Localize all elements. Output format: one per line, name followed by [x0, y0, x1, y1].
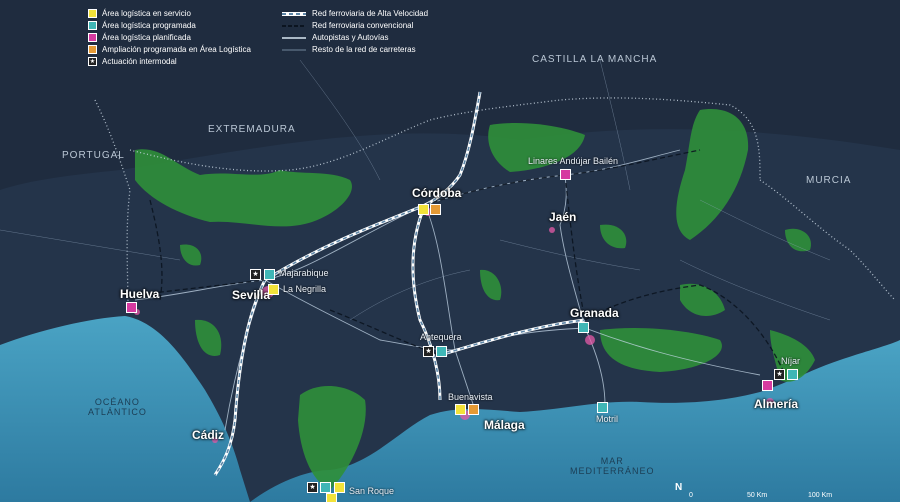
region-extremadura: EXTREMADURA	[208, 124, 296, 135]
legend-label-intermodal: Actuación intermodal	[102, 57, 177, 66]
scale-hundred: 100 Km	[808, 492, 833, 499]
site-majarabique: Majarabique	[279, 268, 329, 278]
map-background	[0, 0, 900, 502]
marker-majarabique[interactable]	[264, 269, 275, 280]
marker-cordoba-ampliacion[interactable]	[430, 204, 441, 215]
region-portugal: PORTUGAL	[62, 150, 125, 161]
legend-line-highways: Autopistas y Autovías	[282, 33, 389, 42]
legend-line-label-conventional: Red ferroviaria convencional	[312, 21, 414, 30]
city-granada: Granada	[570, 306, 619, 320]
marker-antequera-intermodal[interactable]: ★	[423, 346, 434, 357]
conventional-rail-icon	[282, 24, 306, 27]
marker-sanroque-servicio[interactable]	[334, 482, 345, 493]
marker-buenavista-ampliacion[interactable]	[468, 404, 479, 415]
site-linares: Linares Andújar Bailén	[528, 156, 619, 166]
site-nijar: Níjar	[781, 356, 801, 366]
city-cadiz: Cádiz	[192, 428, 225, 442]
legend-line-other-roads: Resto de la red de carreteras	[282, 45, 416, 54]
legend-label-planificada: Área logística planificada	[102, 33, 191, 42]
legend-line-label-other-roads: Resto de la red de carreteras	[312, 45, 416, 54]
legend-line-label-highways: Autopistas y Autovías	[312, 33, 389, 42]
marker-huelva[interactable]	[126, 302, 137, 313]
legend-swatch-ampliacion	[88, 45, 97, 54]
star-icon: ★	[88, 57, 97, 66]
marker-negrilla[interactable]	[268, 284, 279, 295]
marker-almeria[interactable]	[762, 380, 773, 391]
site-negrilla: La Negrilla	[283, 284, 327, 294]
city-sevilla: Sevilla	[232, 288, 271, 302]
scale-fifty: 50 Km	[747, 492, 768, 499]
sea-label: MAR MEDITERRÁNEO	[570, 456, 655, 476]
legend-item-ampliacion: Ampliación programada en Área Logística	[88, 45, 251, 54]
marker-cordoba-servicio[interactable]	[418, 204, 429, 215]
city-jaen: Jaén	[549, 210, 577, 224]
map-canvas: Área logística en servicio Área logístic…	[0, 0, 900, 502]
legend-label-servicio: Área logística en servicio	[102, 9, 191, 18]
marker-nijar[interactable]	[787, 369, 798, 380]
site-motril: Motril	[596, 414, 618, 424]
legend-item-servicio: Área logística en servicio	[88, 9, 191, 18]
legend-item-planificada: Área logística planificada	[88, 33, 191, 42]
marker-sanroque-programada[interactable]	[320, 482, 331, 493]
high-speed-rail-icon	[282, 11, 306, 16]
site-sanroque: San Roque	[349, 486, 395, 496]
city-almeria: Almería	[754, 397, 799, 411]
legend-line-high-speed: Red ferroviaria de Alta Velocidad	[282, 9, 428, 18]
marker-sanroque-intermodal[interactable]: ★	[307, 482, 318, 493]
marker-nijar-intermodal[interactable]: ★	[774, 369, 785, 380]
marker-linares[interactable]	[560, 169, 571, 180]
region-castilla: CASTILLA LA MANCHA	[532, 54, 658, 65]
marker-granada[interactable]	[578, 322, 589, 333]
marker-buenavista-servicio[interactable]	[455, 404, 466, 415]
legend-item-intermodal: ★ Actuación intermodal	[88, 57, 177, 66]
highway-icon	[282, 36, 306, 39]
legend-swatch-planificada	[88, 33, 97, 42]
scale-zero: 0	[689, 492, 693, 499]
region-murcia: MURCIA	[806, 175, 852, 186]
city-cordoba: Córdoba	[412, 186, 462, 200]
legend-swatch-servicio	[88, 9, 97, 18]
site-antequera: Antequera	[420, 332, 462, 342]
legend-label-ampliacion: Ampliación programada en Área Logística	[102, 45, 251, 54]
road-icon	[282, 49, 306, 50]
legend-swatch-programada	[88, 21, 97, 30]
marker-sanroque-servicio-2[interactable]	[326, 493, 337, 502]
city-huelva: Huelva	[120, 287, 160, 301]
marker-motril[interactable]	[597, 402, 608, 413]
legend-line-conventional: Red ferroviaria convencional	[282, 21, 413, 30]
legend-line-label-high-speed: Red ferroviaria de Alta Velocidad	[312, 9, 429, 18]
legend-item-programada: Área logística programada	[88, 21, 196, 30]
legend-label-programada: Área logística programada	[102, 21, 196, 30]
ocean-label: OCÉANO ATLÁNTICO	[88, 397, 147, 417]
north-arrow: N	[675, 482, 683, 493]
city-malaga: Málaga	[484, 418, 525, 432]
marker-antequera[interactable]	[436, 346, 447, 357]
marker-sevilla-intermodal[interactable]: ★	[250, 269, 261, 280]
site-buenavista: Buenavista	[448, 392, 493, 402]
